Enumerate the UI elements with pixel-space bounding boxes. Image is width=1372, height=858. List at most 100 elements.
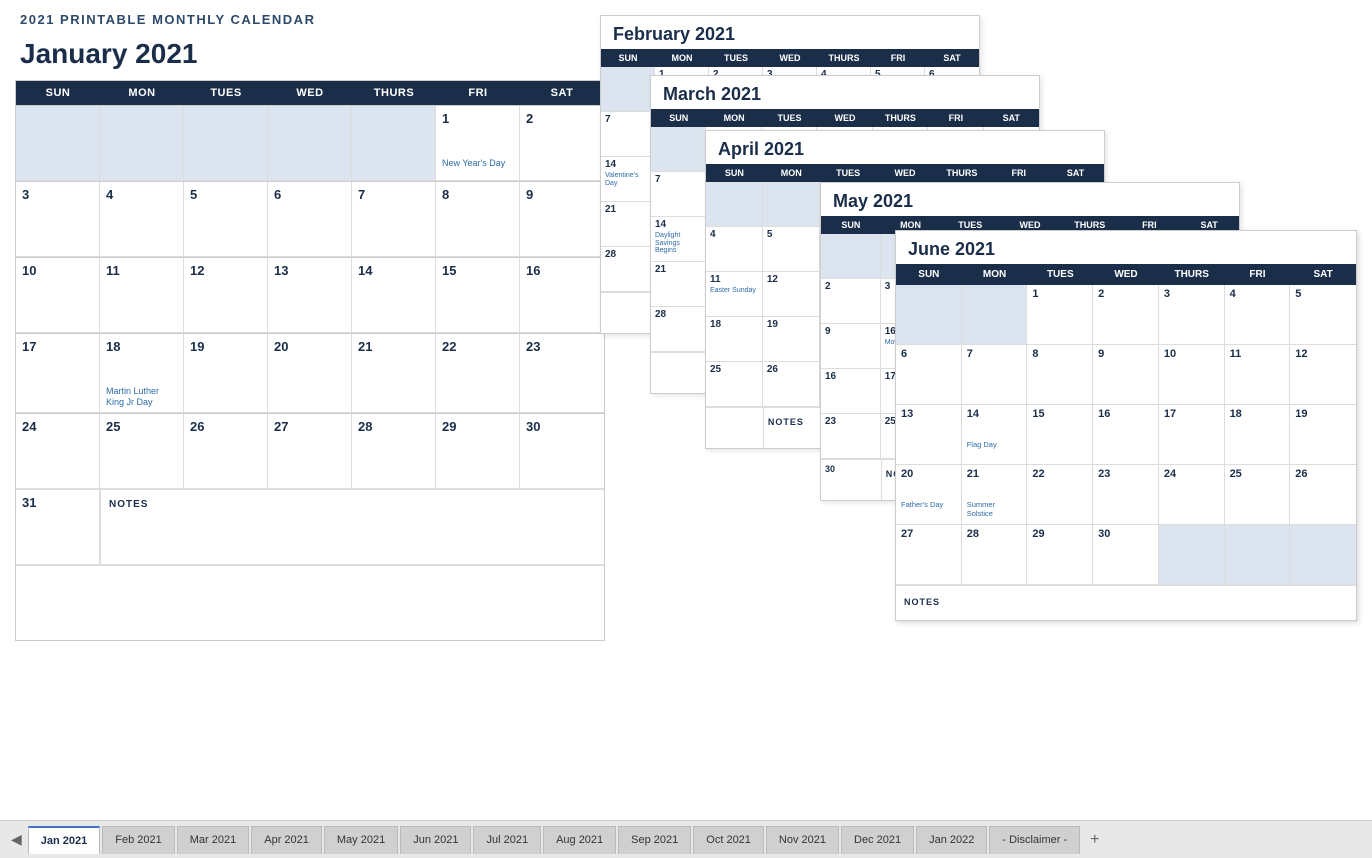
tab-jan-2022[interactable]: Jan 2022 [916,826,987,854]
table-row: 13 [268,258,352,333]
tab-disclaimer[interactable]: - Disclaimer - [989,826,1080,854]
table-row: 19 [184,334,268,413]
apr-header: SUN MON TUES WED THURS FRI SAT [706,164,1104,182]
table-row [1225,525,1291,585]
table-row: 28 [352,414,436,489]
table-row [268,106,352,181]
table-row: 21 [352,334,436,413]
june-grid: 1 2 3 4 5 6 7 8 9 10 11 12 13 14Flag Day… [896,285,1356,585]
notes-extra [16,565,604,640]
tab-nav-left[interactable]: ◀ [5,831,28,848]
table-row [1290,525,1356,585]
jan-lastrow: 31 NOTES [16,489,604,565]
table-row: 18 [1225,405,1291,465]
table-row: 4 [100,182,184,257]
jan-week4: 17 18 Martin LutherKing Jr Day 19 20 21 … [16,333,604,413]
table-row: 30 [520,414,604,489]
table-row: 7 [962,345,1028,405]
table-row: 4 [1225,285,1291,345]
table-row: 28 [962,525,1028,585]
feb-header: SUN MON TUES WED THURS FRI SAT [601,49,979,67]
tab-aug-2021[interactable]: Aug 2021 [543,826,616,854]
table-row: 20 [268,334,352,413]
table-row: 3 [16,182,100,257]
apr-title: April 2021 [706,131,1104,164]
table-row: 26 [184,414,268,489]
table-row [352,106,436,181]
table-row: 15 [1027,405,1093,465]
day-sat: SAT [520,81,604,105]
table-row: 13 [896,405,962,465]
table-row: 2 [1093,285,1159,345]
table-row: 20Father's Day [896,465,962,525]
table-row: 11 [1225,345,1291,405]
jan-week2: 3 4 5 6 7 8 9 [16,181,604,257]
table-row: 26 [1290,465,1356,525]
jan-week5: 24 25 26 27 28 29 30 [16,413,604,489]
tab-jun-2021[interactable]: Jun 2021 [400,826,471,854]
table-row: 19 [1290,405,1356,465]
table-row: 29 [436,414,520,489]
table-row: 29 [1027,525,1093,585]
june-title: June 2021 [896,231,1356,264]
tab-dec-2021[interactable]: Dec 2021 [841,826,914,854]
tab-oct-2021[interactable]: Oct 2021 [693,826,764,854]
table-row: 21SummerSolstice [962,465,1028,525]
day-wed: WED [268,81,352,105]
table-row: 9 [520,182,604,257]
tab-may-2021[interactable]: May 2021 [324,826,398,854]
table-row: 5 [1290,285,1356,345]
january-calendar: SUN MON TUES WED THURS FRI SAT 1 New Yea… [15,80,605,641]
main-content: 2021 PRINTABLE MONTHLY CALENDAR January … [0,0,1372,820]
day-mon: MON [100,81,184,105]
table-row: 23 [520,334,604,413]
table-row: 17 [16,334,100,413]
table-row: 14 [352,258,436,333]
table-row: 15 [436,258,520,333]
table-row: 16 [520,258,604,333]
notes-area: NOTES [100,490,604,565]
table-row: 27 [268,414,352,489]
tab-jul-2021[interactable]: Jul 2021 [473,826,541,854]
table-row: 22 [436,334,520,413]
table-row: 5 [184,182,268,257]
table-row: 8 [436,182,520,257]
tab-jan-2021[interactable]: Jan 2021 [28,826,100,854]
table-row: 30 [1093,525,1159,585]
tab-nov-2021[interactable]: Nov 2021 [766,826,839,854]
table-row: 12 [1290,345,1356,405]
table-row: 24 [16,414,100,489]
table-row: 7 [352,182,436,257]
tab-bar: ◀ Jan 2021 Feb 2021 Mar 2021 Apr 2021 Ma… [0,820,1372,858]
table-row: 6 [896,345,962,405]
table-row: 8 [1027,345,1093,405]
table-row: 1 [1027,285,1093,345]
table-row: 14Flag Day [962,405,1028,465]
mar-title: March 2021 [651,76,1039,109]
table-row [100,106,184,181]
table-row: 6 [268,182,352,257]
feb-title: February 2021 [601,16,979,49]
tab-feb-2021[interactable]: Feb 2021 [102,826,174,854]
table-row: 25 [1225,465,1291,525]
table-row: 25 [100,414,184,489]
day-thurs: THURS [352,81,436,105]
table-row [16,106,100,181]
day-tues: TUES [184,81,268,105]
jan-header: SUN MON TUES WED THURS FRI SAT [16,81,604,105]
tab-mar-2021[interactable]: Mar 2021 [177,826,249,854]
tab-apr-2021[interactable]: Apr 2021 [251,826,322,854]
day-sun: SUN [16,81,100,105]
table-row: 10 [16,258,100,333]
table-row: 31 [16,490,100,565]
jan-week1: 1 New Year's Day 2 [16,105,604,181]
table-row: 2 [520,106,604,181]
table-row: 24 [1159,465,1225,525]
june-header: SUN MON TUES WED THURS FRI SAT [896,264,1356,285]
june-calendar: June 2021 SUN MON TUES WED THURS FRI SAT… [895,230,1357,621]
mar-header: SUN MON TUES WED THURS FRI SAT [651,109,1039,127]
tab-sep-2021[interactable]: Sep 2021 [618,826,691,854]
table-row: 10 [1159,345,1225,405]
tab-add-button[interactable]: + [1082,831,1107,849]
table-row [1159,525,1225,585]
